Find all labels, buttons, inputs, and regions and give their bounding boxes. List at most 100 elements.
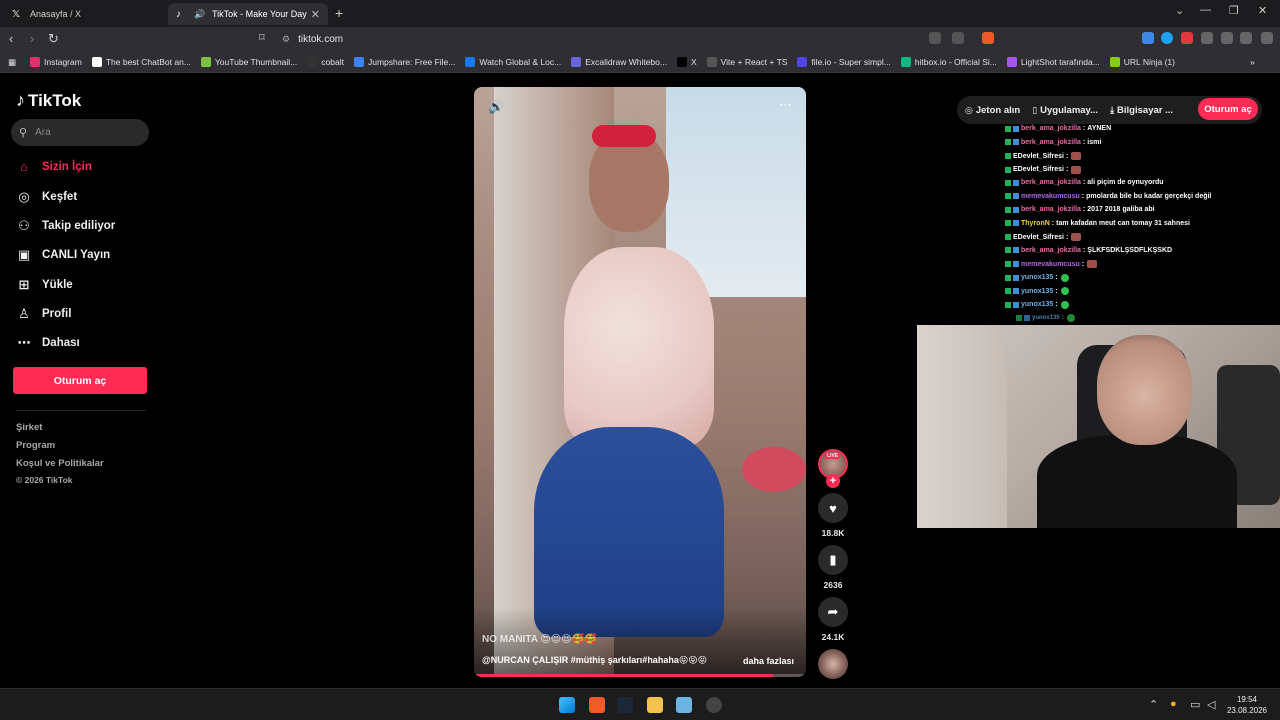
minimize-icon[interactable]: — <box>1200 4 1211 16</box>
app-icon[interactable] <box>676 697 692 713</box>
puzzle-icon[interactable] <box>1201 32 1213 44</box>
windows-start-icon[interactable] <box>559 697 575 713</box>
brave-browser-icon[interactable] <box>589 697 605 713</box>
bookmark-item[interactable]: Instagram <box>30 57 82 67</box>
tab-tiktok[interactable]: ♪ 🔊 TikTok - Make Your Day ✕ <box>168 3 328 25</box>
bookmark-item[interactable]: Jumpshare: Free File... <box>353 57 455 67</box>
bookmark-icon[interactable]: ⌑ <box>259 31 265 44</box>
sidebar-item-more[interactable]: ⋯ Dahası <box>16 335 80 351</box>
bookmark-item[interactable]: Vite + React + TS <box>706 57 787 67</box>
bookmark-item[interactable]: Watch Global & Loc... <box>465 57 561 67</box>
bookmark-item[interactable]: LightShot tarafında... <box>1006 57 1100 67</box>
clock[interactable]: 19:54 23.08.2026 <box>1222 694 1272 716</box>
see-more-link[interactable]: daha fazlası <box>743 656 794 666</box>
follow-button[interactable]: + <box>826 474 840 488</box>
chat-username[interactable]: EDevlet_Sifresi <box>1013 153 1064 160</box>
chat-username[interactable]: berk_ama_jokzilla <box>1021 139 1081 146</box>
bookmark-item[interactable]: hitbox.io - Official Si... <box>900 57 997 67</box>
bookmark-item[interactable]: URL Ninja (1) <box>1109 57 1175 67</box>
steam-icon[interactable] <box>617 697 633 713</box>
chat-badge-icon <box>1024 315 1030 321</box>
sidebar-item-upload[interactable]: ⊞ Yükle <box>16 277 73 293</box>
like-button[interactable]: ♥ <box>818 493 848 523</box>
bookmark-item[interactable]: Excalidraw Whitebo... <box>571 57 667 67</box>
bookmark-item[interactable]: The best ChatBot an... <box>91 57 191 67</box>
sidebar-item-profile[interactable]: ♙ Profil <box>16 306 71 322</box>
close-icon[interactable]: ✕ <box>311 8 320 21</box>
chat-emote-icon <box>1060 300 1069 309</box>
sidebar-item-for-you[interactable]: ⌂ Sizin İçin <box>16 159 92 174</box>
restore-icon[interactable]: ❐ <box>1229 4 1239 17</box>
translate-icon[interactable] <box>929 32 941 44</box>
chat-username[interactable]: berk_ama_jokzilla <box>1021 206 1081 213</box>
bookmark-item[interactable]: X <box>676 57 697 67</box>
chat-separator: : <box>1065 152 1069 160</box>
chevron-down-icon[interactable]: ⌄ <box>1175 4 1184 17</box>
chat-username[interactable]: yunox135 <box>1021 274 1053 281</box>
vpn-icon[interactable] <box>1240 32 1252 44</box>
volume-tray-icon[interactable]: ◁ <box>1207 698 1215 711</box>
footer-link-program[interactable]: Program <box>16 440 55 451</box>
new-tab-icon[interactable]: + <box>335 5 343 21</box>
coins-button[interactable]: ◎ Jeton alın <box>965 105 1020 116</box>
brave-shield-icon[interactable] <box>982 32 994 44</box>
music-disc[interactable] <box>818 649 848 679</box>
chat-username[interactable]: memevakumcusu <box>1021 261 1080 268</box>
chat-username[interactable]: yunox135 <box>1021 301 1053 308</box>
chat-username[interactable]: EDevlet_Sifresi <box>1013 166 1064 173</box>
profile-icon: ♙ <box>18 306 30 321</box>
bookmark-item[interactable]: cobalt <box>307 57 344 67</box>
chat-username[interactable]: yunox135 <box>1032 315 1060 321</box>
network-icon[interactable]: ▭ <box>1190 698 1200 711</box>
search-input[interactable]: ⚲ Ara <box>11 119 149 146</box>
share-button[interactable]: ➦ <box>818 597 848 627</box>
close-window-icon[interactable]: ✕ <box>1258 4 1267 17</box>
extension-icon[interactable] <box>1181 32 1193 44</box>
sidebar-item-live[interactable]: ▣ CANLI Yayın <box>16 247 110 263</box>
obs-icon[interactable] <box>706 697 722 713</box>
microphone-icon[interactable]: ● <box>1170 698 1177 710</box>
file-explorer-icon[interactable] <box>647 697 663 713</box>
extension-icon[interactable] <box>1142 32 1154 44</box>
video-player[interactable]: 🔊 ⋯ NO MANITA 😍😍😍🥰🥰 @NURCAN ÇALIŞIR #müt… <box>474 87 806 677</box>
chat-username[interactable]: berk_ama_jokzilla <box>1021 247 1081 254</box>
reload-icon[interactable]: ↻ <box>48 31 59 47</box>
chat-username[interactable]: berk_ama_jokzilla <box>1021 125 1081 132</box>
cast-icon[interactable] <box>952 32 964 44</box>
extension-icon[interactable] <box>1161 32 1173 44</box>
download-icon: ⤓ <box>1110 104 1115 115</box>
music-icon[interactable] <box>1221 32 1233 44</box>
video-progress[interactable] <box>474 674 806 677</box>
get-app-button[interactable]: ▯ Uygulamay... <box>1032 105 1098 116</box>
chat-username[interactable]: yunox135 <box>1021 288 1053 295</box>
chat-username[interactable]: memevakumcusu <box>1021 193 1080 200</box>
site-info-icon[interactable]: ⚙ <box>282 34 290 45</box>
chat-username[interactable]: ThyronN <box>1021 220 1050 227</box>
chat-username[interactable]: berk_ama_jokzilla <box>1021 179 1081 186</box>
tray-chevron-icon[interactable]: ⌃ <box>1149 698 1158 711</box>
footer-link-terms[interactable]: Koşul ve Politikalar <box>16 458 104 469</box>
header-login-button[interactable]: Oturum aç <box>1198 98 1258 120</box>
more-options-icon[interactable]: ⋯ <box>779 97 792 113</box>
volume-icon[interactable]: 🔊 <box>488 99 504 115</box>
bookmark-item[interactable]: YouTube Thumbnail... <box>200 57 297 67</box>
forward-icon[interactable]: › <box>30 31 34 46</box>
speaker-icon[interactable]: 🔊 <box>194 9 206 20</box>
save-button[interactable]: ▮ <box>818 545 848 575</box>
tiktok-logo[interactable]: ♪ TikTok <box>16 90 81 111</box>
more-bookmarks-icon[interactable]: » <box>1250 57 1255 67</box>
sidebar-item-explore[interactable]: ◎ Keşfet <box>16 189 77 205</box>
sidebar-item-following[interactable]: ⚇ Takip ediliyor <box>16 218 115 234</box>
chat-separator: : <box>1082 125 1086 132</box>
youtube-icon <box>200 57 211 67</box>
desktop-app-button[interactable]: ⤓ Bilgisayar ... <box>1110 105 1173 116</box>
apps-icon[interactable]: ▦ <box>8 57 16 68</box>
url-field[interactable]: ⚙ tiktok.com <box>282 30 1002 49</box>
tab-x[interactable]: 𝕏 Anasayfa / X <box>4 3 164 25</box>
bookmark-item[interactable]: file.io - Super simpl... <box>797 57 891 67</box>
footer-link-company[interactable]: Şirket <box>16 422 42 433</box>
chat-username[interactable]: EDevlet_Sifresi <box>1013 234 1064 241</box>
back-icon[interactable]: ‹ <box>9 31 13 46</box>
login-button[interactable]: Oturum aç <box>13 367 147 394</box>
menu-icon[interactable] <box>1261 32 1273 44</box>
